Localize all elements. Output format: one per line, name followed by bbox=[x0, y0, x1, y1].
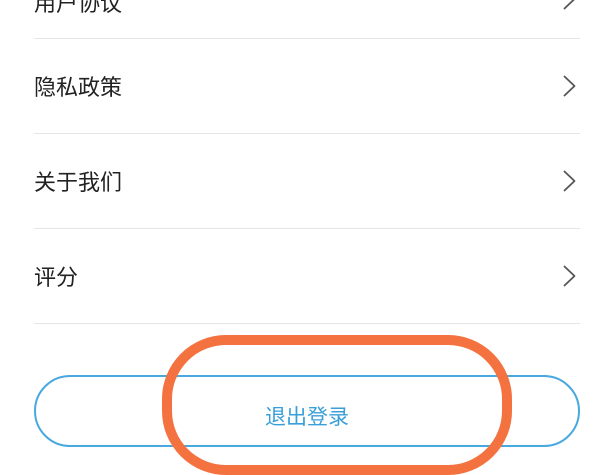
chevron-right-icon bbox=[563, 265, 576, 287]
settings-item-rating[interactable]: 评分 bbox=[34, 229, 580, 324]
settings-item-label: 隐私政策 bbox=[34, 76, 123, 101]
logout-button[interactable]: 退出登录 bbox=[34, 375, 580, 447]
settings-item-label: 关于我们 bbox=[34, 171, 123, 196]
settings-item-label: 评分 bbox=[34, 266, 79, 291]
settings-item-label: 用户协议 bbox=[34, 0, 123, 17]
chevron-right-icon bbox=[563, 0, 575, 10]
chevron-right-icon bbox=[563, 170, 576, 192]
settings-item-about-us[interactable]: 关于我们 bbox=[34, 134, 580, 229]
chevron-right-icon bbox=[563, 75, 576, 97]
settings-list: 用户协议 隐私政策 关于我们 评分 bbox=[34, 0, 580, 324]
settings-item-user-agreement[interactable]: 用户协议 bbox=[34, 0, 580, 39]
logout-label: 退出登录 bbox=[265, 405, 349, 429]
settings-item-privacy-policy[interactable]: 隐私政策 bbox=[34, 39, 580, 134]
